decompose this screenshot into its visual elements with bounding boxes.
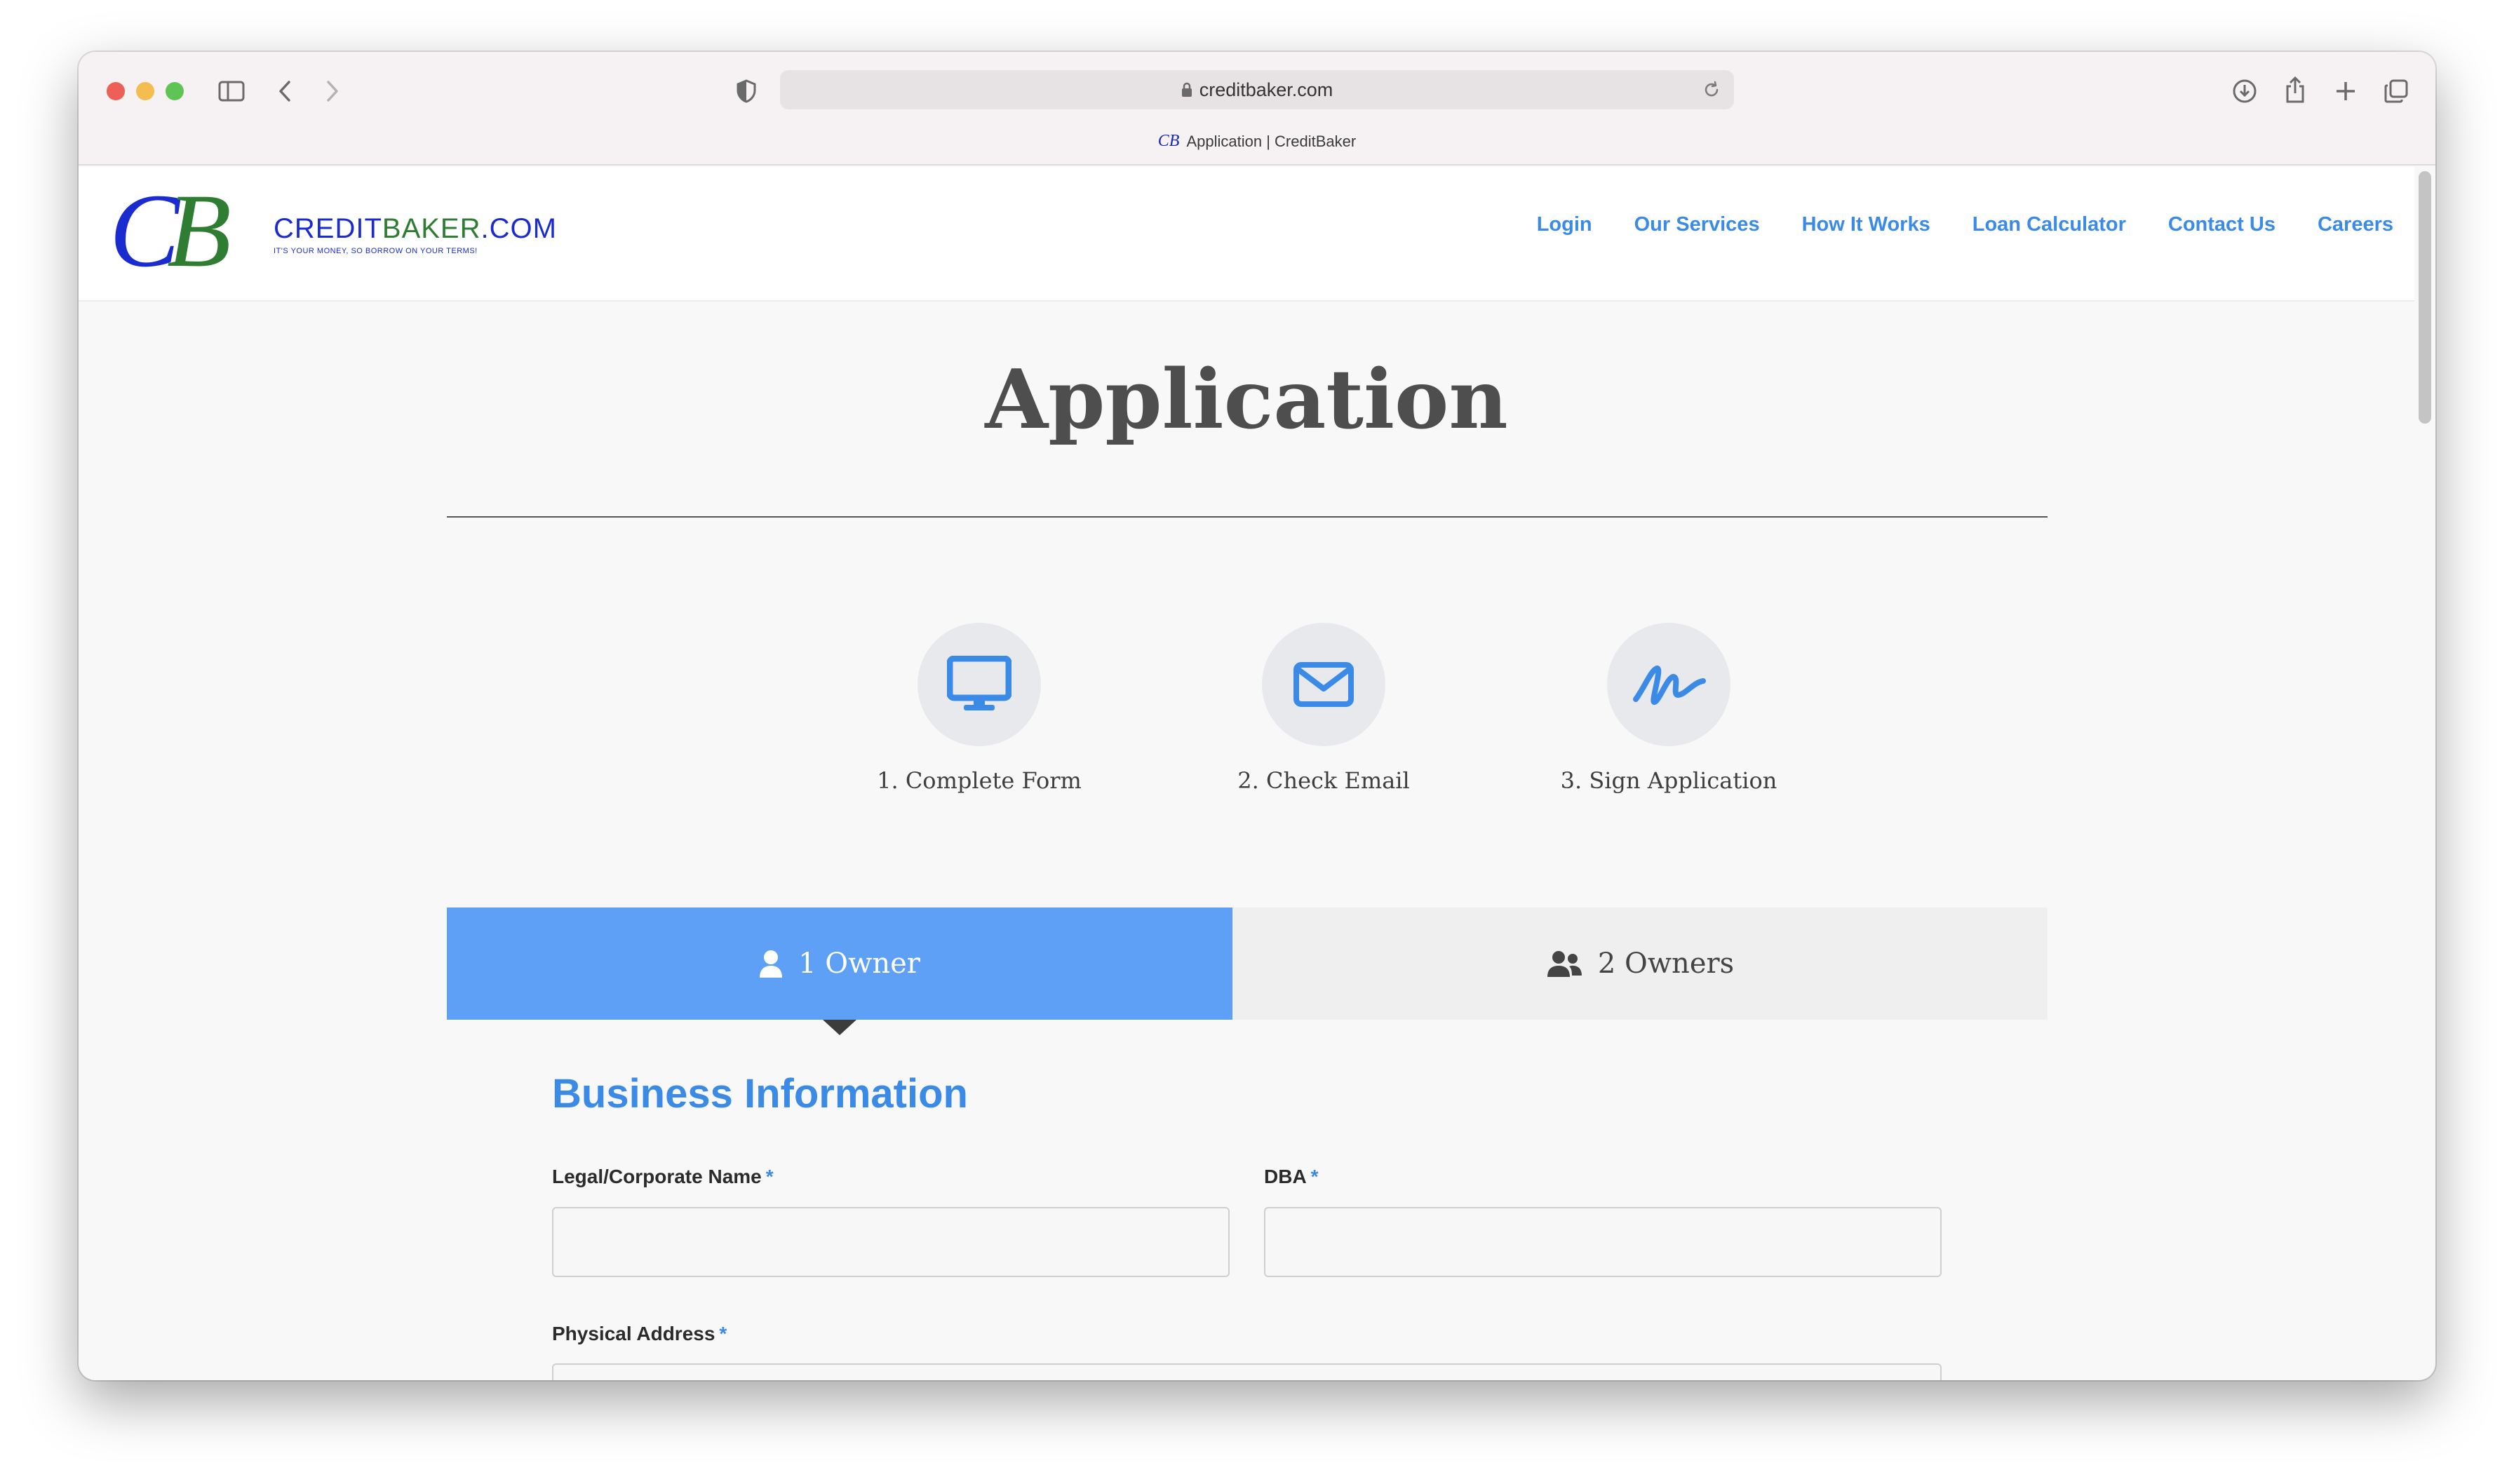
nav-login[interactable]: Login — [1537, 213, 1592, 236]
tab-1-owner[interactable]: 1 Owner — [447, 908, 1232, 1020]
desktop-icon — [917, 623, 1041, 746]
step-label: 1. Complete Form — [877, 767, 1082, 794]
site-logo[interactable]: CB CREDITBAKER.COM IT'S YOUR MONEY, SO B… — [109, 178, 558, 283]
nav-contact-us[interactable]: Contact Us — [2168, 213, 2276, 236]
logo-monogram: CB — [109, 173, 231, 289]
tabs-overview-icon[interactable] — [2379, 74, 2413, 108]
page-title: Application — [985, 352, 1508, 447]
step-label: 3. Sign Application — [1560, 767, 1777, 794]
nav-careers[interactable]: Careers — [2318, 213, 2393, 236]
close-window-button[interactable] — [107, 82, 125, 100]
tab-title[interactable]: CB Application | CreditBaker — [79, 132, 2435, 151]
logo-tagline: IT'S YOUR MONEY, SO BORROW ON YOUR TERMS… — [274, 247, 478, 255]
lock-icon — [1181, 82, 1192, 97]
tab-2-owners[interactable]: 2 Owners — [1232, 908, 2048, 1020]
tab-label: 1 Owner — [798, 947, 920, 980]
step-complete-form: 1. Complete Form — [832, 623, 1127, 794]
site-header: CB CREDITBAKER.COM IT'S YOUR MONEY, SO B… — [79, 167, 2414, 302]
title-divider — [447, 516, 2048, 518]
browser-toolbar: creditbaker.com CB Application | CreditB… — [79, 52, 2435, 166]
required-marker: * — [719, 1323, 727, 1344]
sidebar-icon[interactable] — [216, 76, 247, 107]
reload-icon[interactable] — [1702, 80, 1721, 104]
step-label: 2. Check Email — [1237, 767, 1410, 794]
site-favicon: CB — [1157, 132, 1180, 150]
active-tab-pointer — [823, 1020, 856, 1035]
url-text: creditbaker.com — [1199, 79, 1333, 100]
forward-icon[interactable] — [317, 76, 348, 107]
physical-address-field[interactable] — [552, 1363, 1942, 1380]
tab-label: 2 Owners — [1597, 947, 1735, 980]
new-tab-icon[interactable] — [2329, 74, 2362, 108]
dba-field[interactable] — [1264, 1207, 1942, 1277]
nav-our-services[interactable]: Our Services — [1634, 213, 1760, 236]
minimize-window-button[interactable] — [136, 82, 154, 100]
download-icon[interactable] — [2228, 74, 2261, 108]
share-icon[interactable] — [2278, 72, 2312, 108]
user-icon — [759, 950, 783, 978]
legal-name-field[interactable] — [552, 1207, 1230, 1277]
page-scrollbar[interactable] — [2419, 171, 2431, 424]
step-check-email: 2. Check Email — [1176, 623, 1471, 794]
envelope-icon — [1262, 623, 1385, 746]
physical-address-label: Physical Address * — [552, 1323, 727, 1344]
signature-icon — [1607, 623, 1730, 746]
address-bar[interactable]: creditbaker.com — [780, 70, 1734, 109]
browser-window: creditbaker.com CB Application | CreditB… — [79, 52, 2435, 1380]
dba-label: DBA * — [1264, 1166, 1319, 1187]
users-icon — [1546, 950, 1582, 977]
tab-title-text: Application | CreditBaker — [1186, 132, 1357, 150]
step-sign-application: 3. Sign Application — [1521, 623, 1816, 794]
required-marker: * — [765, 1166, 774, 1187]
logo-wordmark: CREDITBAKER.COM — [274, 213, 557, 244]
shield-icon[interactable] — [731, 76, 762, 107]
required-marker: * — [1310, 1166, 1319, 1187]
main-nav: Login Our Services How It Works Loan Cal… — [1495, 213, 2393, 236]
zoom-window-button[interactable] — [166, 82, 184, 100]
legal-name-label: Legal/Corporate Name * — [552, 1166, 774, 1187]
back-icon[interactable] — [269, 76, 300, 107]
section-title-business-information: Business Information — [552, 1071, 968, 1117]
nav-loan-calculator[interactable]: Loan Calculator — [1972, 213, 2126, 236]
nav-how-it-works[interactable]: How It Works — [1802, 213, 1930, 236]
application-steps: 1. Complete Form 2. Check Email 3. Sign … — [79, 623, 2414, 805]
owner-count-tabs: 1 Owner 2 Owners — [447, 908, 2048, 1035]
